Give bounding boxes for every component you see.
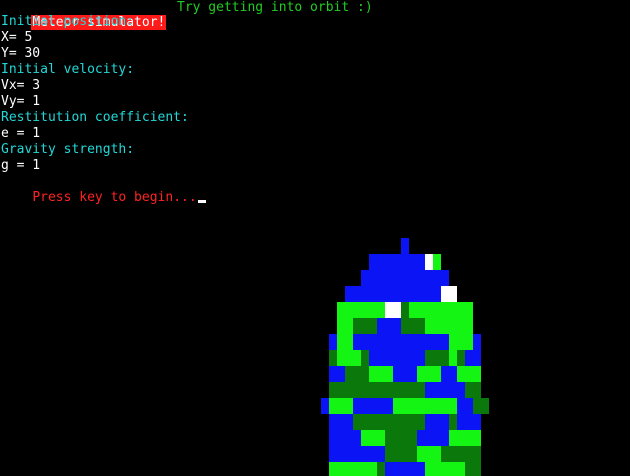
planet-pixel <box>385 430 417 446</box>
planet-pixel <box>417 366 441 382</box>
planet-pixel <box>353 414 377 430</box>
planet-pixel <box>401 302 409 318</box>
planet-pixel <box>449 430 465 446</box>
planet-pixel <box>393 398 457 414</box>
planet-pixel <box>409 302 473 318</box>
planet-pixel <box>417 446 441 462</box>
planet-pixel <box>377 462 385 476</box>
planet-pixel <box>465 462 481 476</box>
planet-pixel <box>433 254 441 270</box>
planet-pixel <box>401 238 409 254</box>
planet-pixel <box>353 318 377 334</box>
planet-pixel <box>457 350 465 366</box>
planet-pixel <box>329 462 385 476</box>
planet-pixel <box>369 366 393 382</box>
planet-pixel <box>441 446 481 462</box>
planet-pixel <box>449 414 457 430</box>
planet-pixel <box>337 350 361 366</box>
planet-pixel <box>425 318 473 334</box>
planet-pixel <box>401 318 425 334</box>
planet-pixel <box>329 382 425 398</box>
terminal-window: Meteor simulator! Try getting into orbit… <box>0 0 630 476</box>
planet-pixel <box>329 350 337 366</box>
planet-pixel <box>385 446 417 462</box>
planet-pixel <box>337 318 353 334</box>
planet-pixel <box>337 302 385 318</box>
planet-pixel <box>425 350 449 366</box>
planet-pixel <box>369 254 385 270</box>
planet-pixel <box>425 462 465 476</box>
planet-pixel <box>457 366 481 382</box>
planet-pixel <box>361 430 385 446</box>
planet-pixel <box>361 270 449 286</box>
planet-pixel <box>441 286 457 302</box>
planet-pixel <box>385 302 401 318</box>
planet-pixel <box>345 286 353 302</box>
planet-pixel <box>465 382 481 398</box>
planet-graphic <box>321 238 489 476</box>
planet-pixel <box>425 254 433 270</box>
planet-pixel <box>449 334 473 350</box>
planet-pixel <box>465 430 481 446</box>
planet-pixel <box>329 398 353 414</box>
planet-pixel <box>361 350 369 366</box>
planet-pixel <box>345 366 369 382</box>
planet-pixel <box>337 334 353 350</box>
planet-pixel <box>377 414 425 430</box>
planet-pixel <box>473 398 489 414</box>
